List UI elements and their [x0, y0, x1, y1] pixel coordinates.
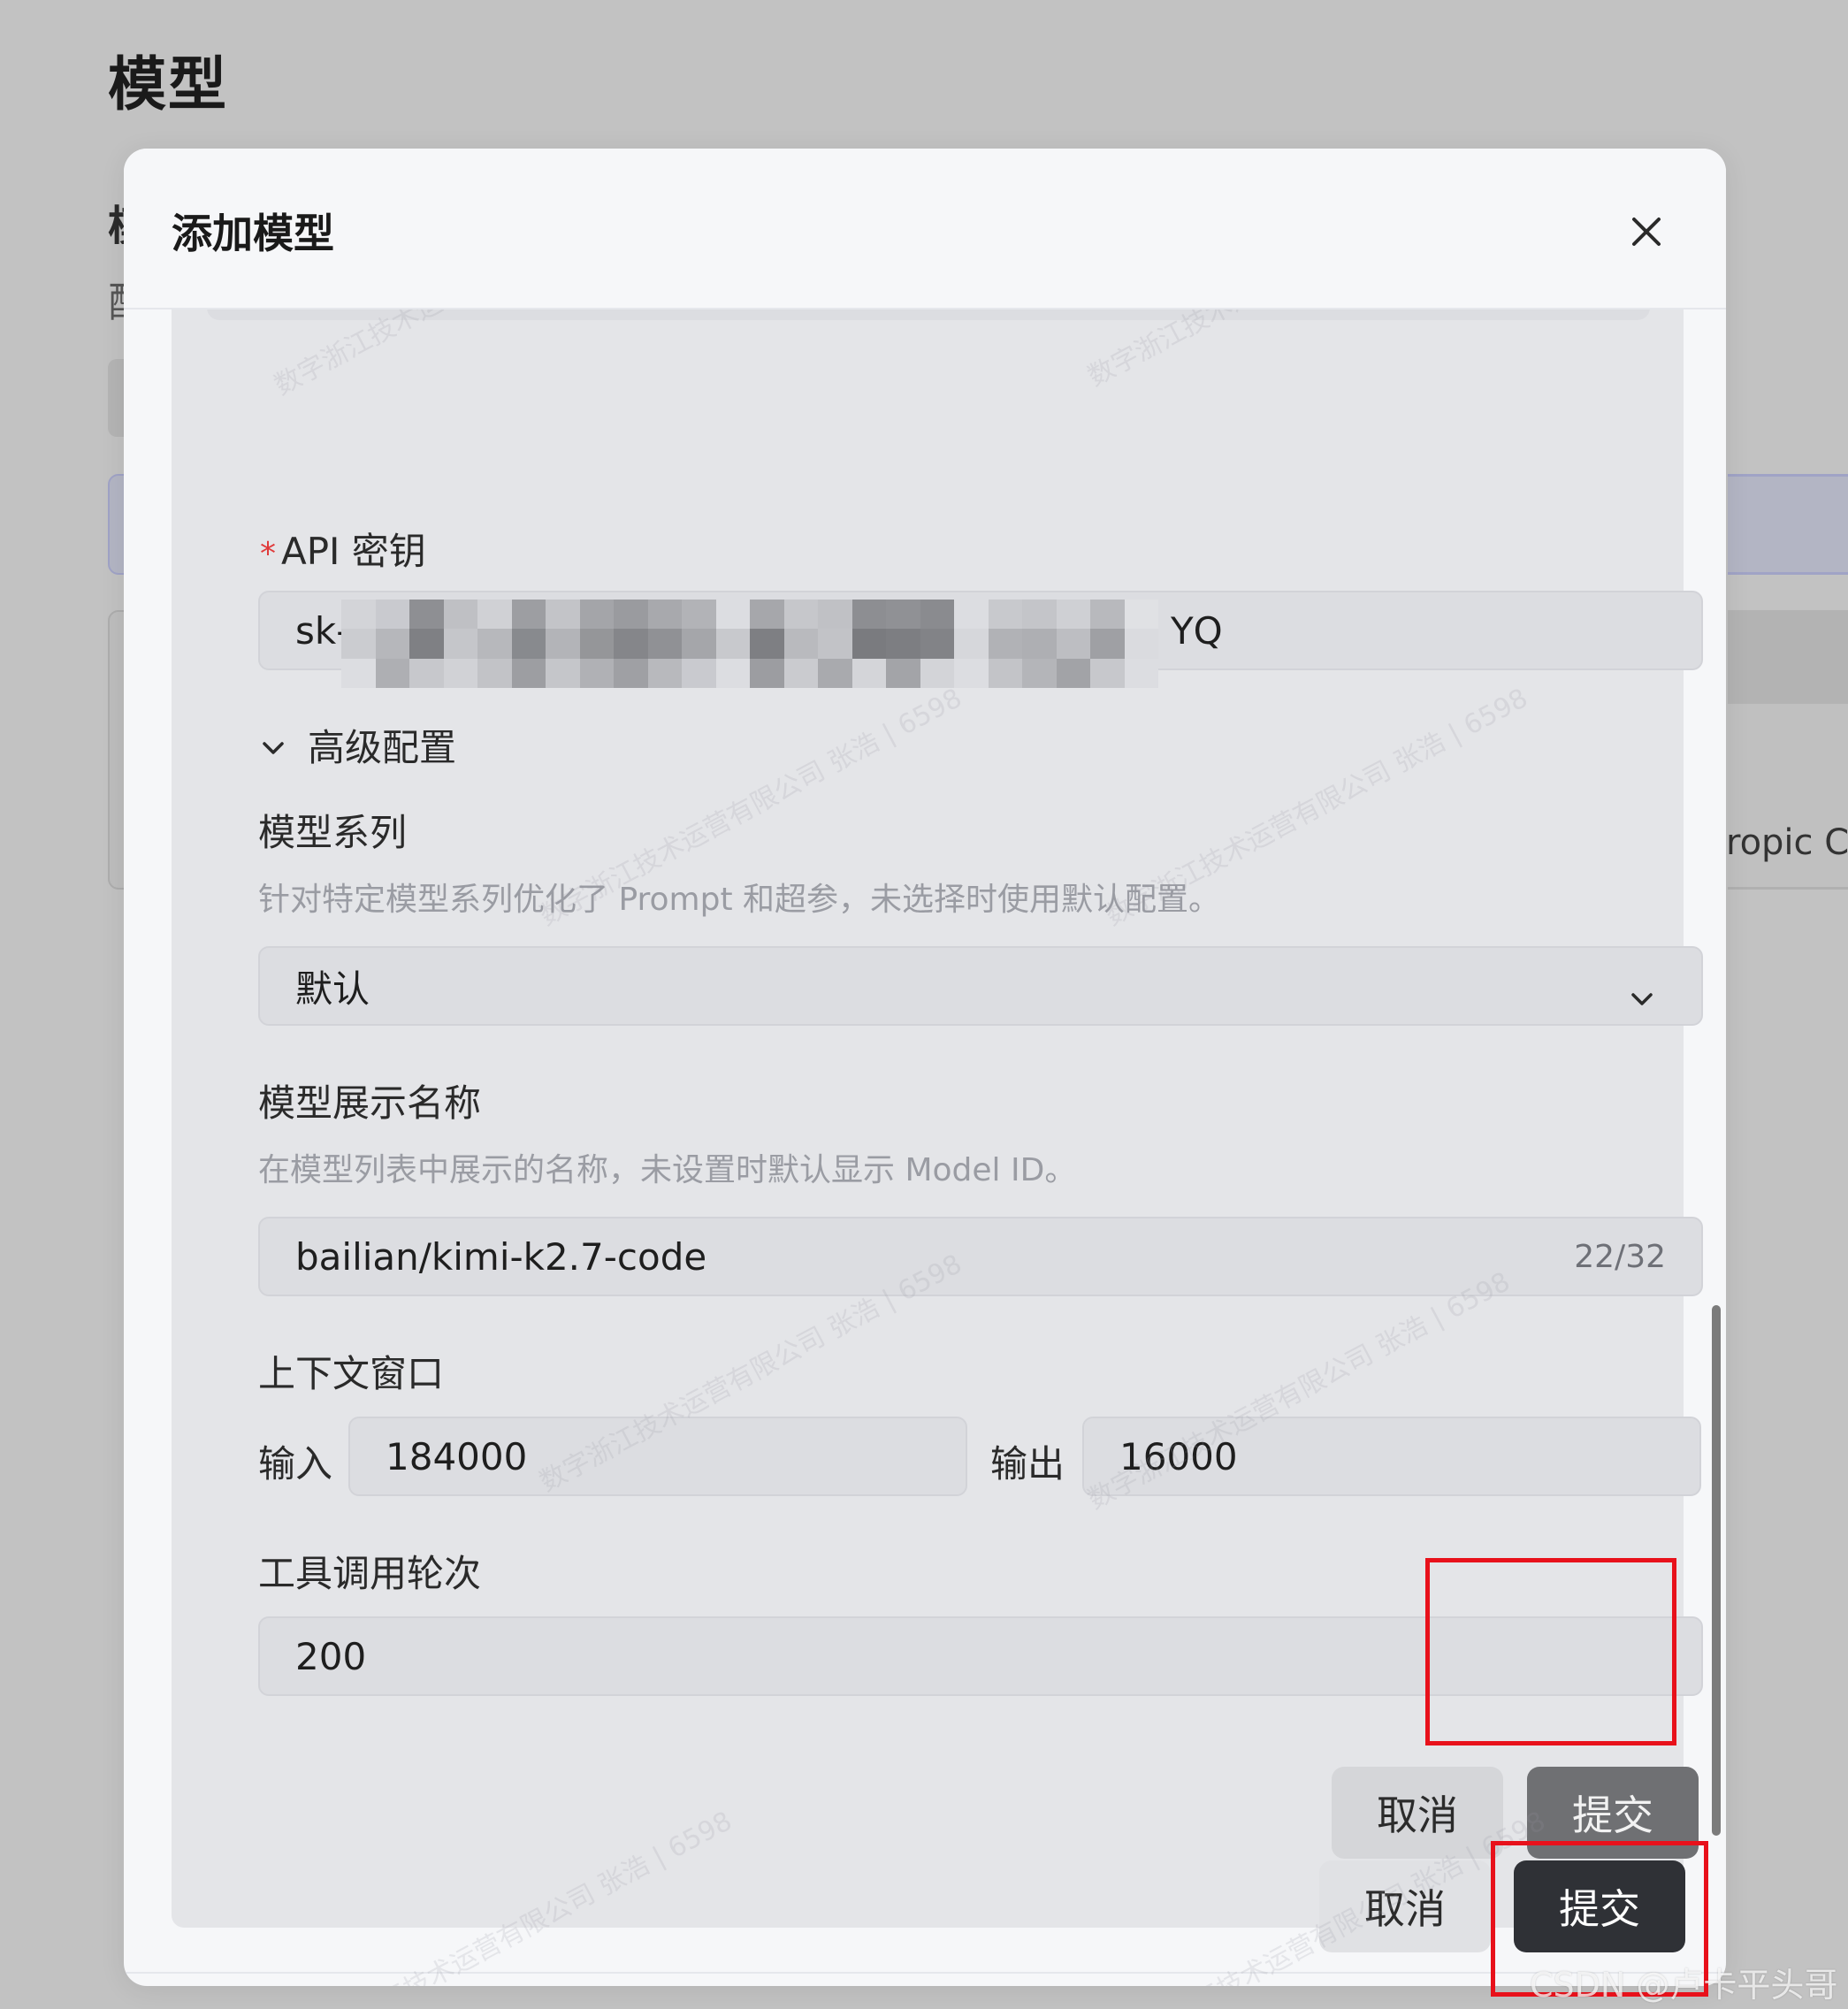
api-key-mosaic [341, 600, 1158, 688]
context-window-label: 上下文窗口 [258, 1352, 445, 1395]
dialog-header: 添加模型 [124, 149, 1726, 309]
inner-cancel-button[interactable]: 取消 [1332, 1767, 1503, 1859]
context-input-label: 输入 [258, 1442, 333, 1486]
character-counter: 22/32 [1574, 1238, 1666, 1275]
model-family-label: 模型系列 [258, 811, 408, 854]
model-family-select[interactable]: 默认 [258, 946, 1703, 1026]
context-output-label: 输出 [990, 1442, 1065, 1486]
display-name-label: 模型展示名称 [258, 1081, 482, 1125]
tool-rounds-label: 工具调用轮次 [258, 1552, 482, 1595]
required-marker: * [260, 536, 276, 572]
context-input-field[interactable]: 184000 [348, 1417, 967, 1496]
credit-watermark: CSDN @卢卡平头哥 [1530, 1966, 1838, 2005]
page-title: 模型 [108, 50, 228, 118]
display-name-hint: 在模型列表中展示的名称，未设置时默认显示 Model ID。 [258, 1152, 1077, 1188]
chevron-down-icon [1629, 974, 1655, 1018]
footer-cancel-button[interactable]: 取消 [1319, 1860, 1491, 1952]
advanced-config-toggle[interactable]: 高级配置 [260, 718, 456, 772]
background-table-header-right [1728, 610, 1848, 704]
advanced-config-label: 高级配置 [308, 726, 457, 769]
context-output-value: 16000 [1119, 1434, 1238, 1478]
context-input-value: 184000 [386, 1434, 528, 1478]
add-model-dialog: 添加模型 * API 密钥 sk-· YQ 高级配置 模型系列 针对特定模型系列… [124, 149, 1726, 1986]
chevron-down-icon [260, 723, 286, 767]
inner-submit-button[interactable]: 提交 [1527, 1767, 1699, 1859]
api-key-value-suffix: YQ [1171, 608, 1223, 653]
close-icon[interactable] [1618, 203, 1675, 260]
model-family-hint: 针对特定模型系列优化了 Prompt 和超参，未选择时使用默认配置。 [258, 882, 1221, 918]
tool-rounds-value: 200 [295, 1634, 367, 1678]
footer-submit-button[interactable]: 提交 [1514, 1860, 1685, 1952]
api-key-label: * API 密钥 [260, 530, 426, 573]
display-name-input[interactable]: bailian/kimi-k2.7-code 22/32 [258, 1217, 1703, 1296]
dialog-title: 添加模型 [172, 210, 334, 257]
model-family-selected-value: 默认 [295, 966, 370, 1011]
context-output-field[interactable]: 16000 [1082, 1417, 1701, 1496]
tool-rounds-input[interactable]: 200 [258, 1616, 1703, 1696]
dialog-scrollbar[interactable] [1712, 1305, 1721, 1836]
footer-divider [124, 1972, 1726, 1974]
dialog-form-body: * API 密钥 sk-· YQ 高级配置 模型系列 针对特定模型系列优化了 Pr… [172, 302, 1703, 1928]
display-name-value: bailian/kimi-k2.7-code [295, 1234, 707, 1279]
background-highlighted-row-right [1728, 474, 1848, 575]
background-cell-text: ropic Co [1726, 822, 1848, 863]
